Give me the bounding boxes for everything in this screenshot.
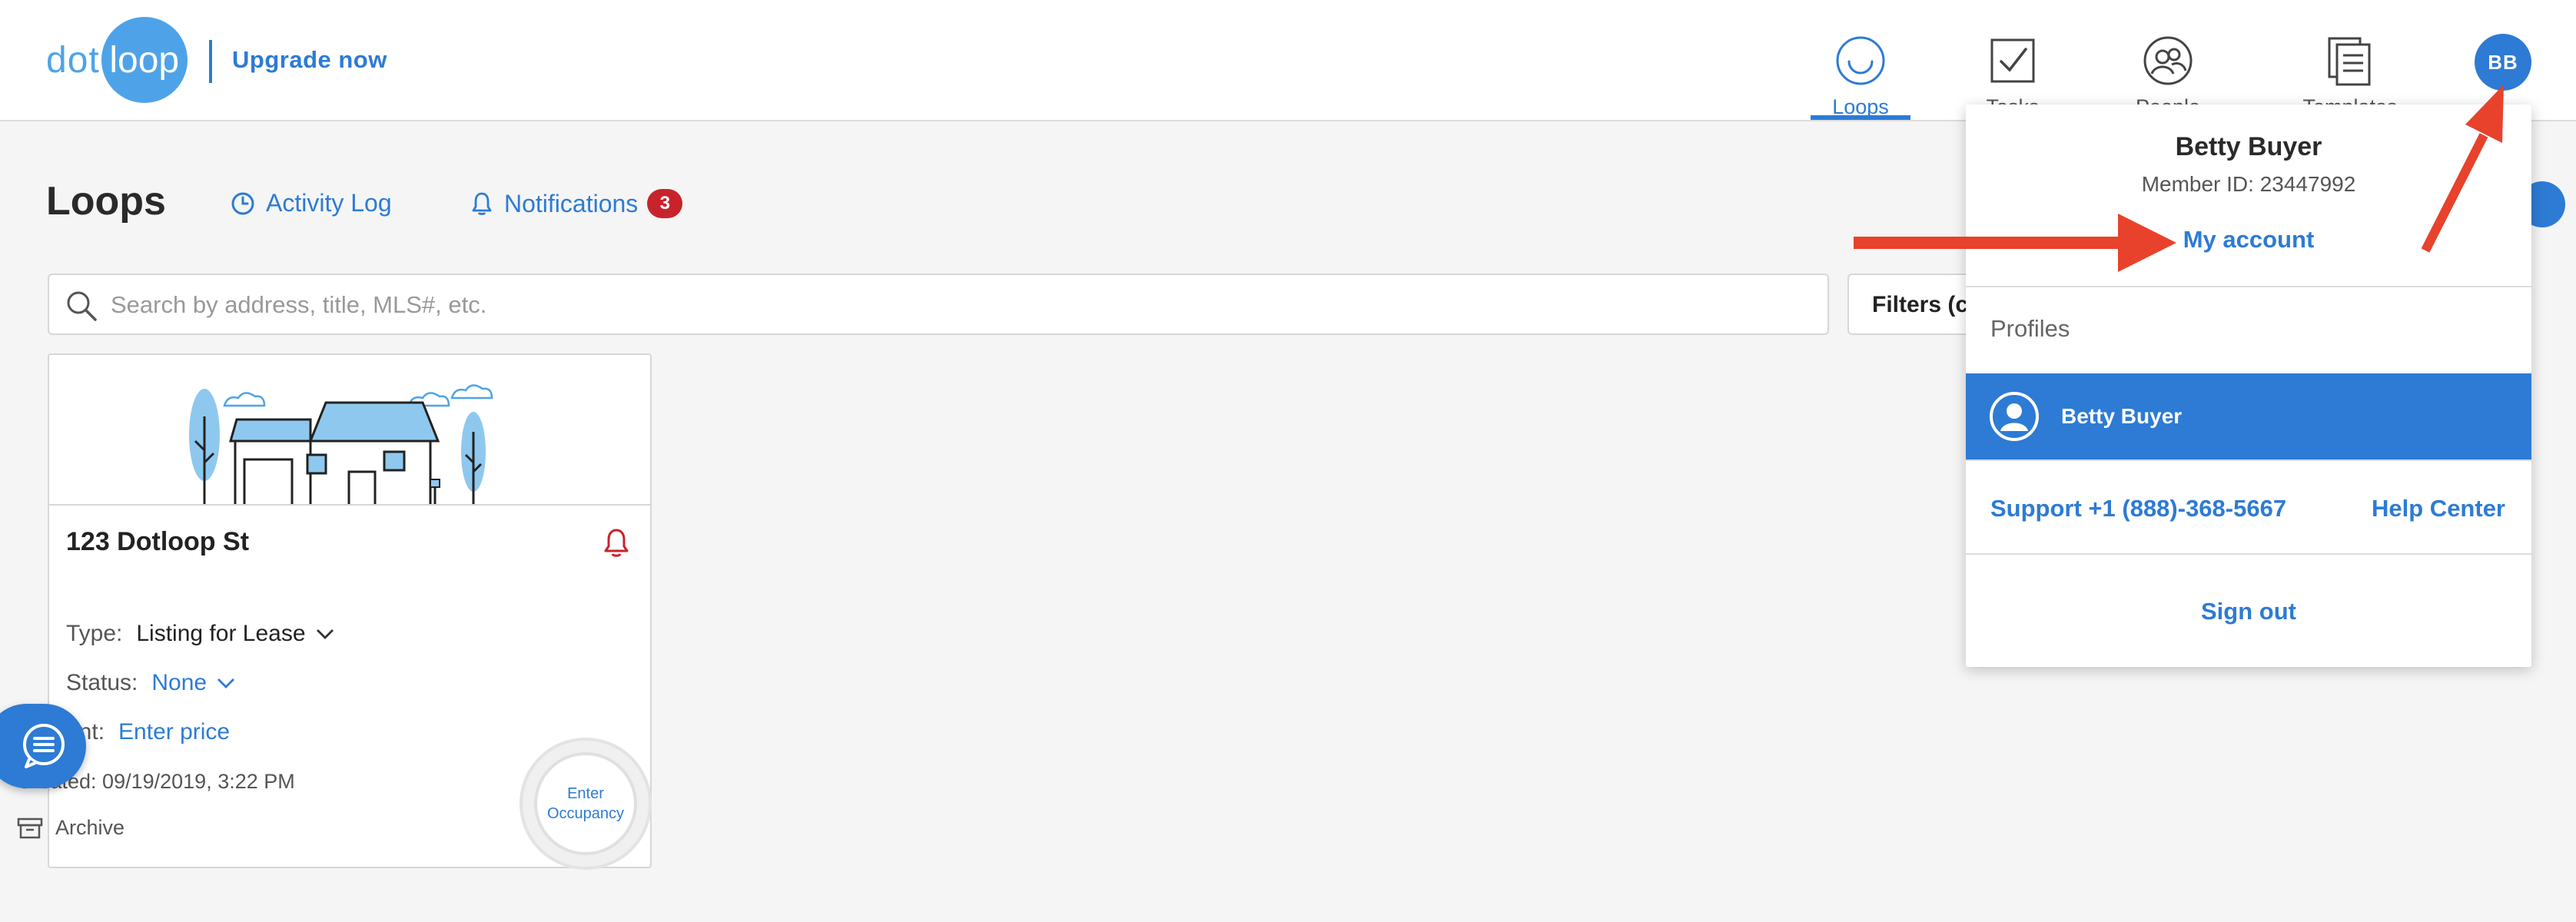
profiles-heading: Profiles (1990, 315, 2070, 342)
top-header: dot loop Upgrade now Loops Tasks People (0, 0, 2576, 121)
chat-button[interactable] (0, 704, 86, 788)
account-dropdown: Betty Buyer Member ID: 23447992 My accou… (1966, 104, 2531, 667)
archive-button[interactable]: Archive (17, 816, 124, 840)
member-id: Member ID: 23447992 (2141, 172, 2356, 196)
activity-log-label: Activity Log (266, 189, 392, 217)
account-name: Betty Buyer (2175, 132, 2322, 161)
support-phone-link[interactable]: Support +1 (888)-368-5667 (1990, 495, 2286, 522)
loops-icon (1836, 36, 1885, 85)
loop-title[interactable]: 123 Dotloop St (66, 527, 249, 557)
my-account-link[interactable]: My account (1966, 226, 2531, 254)
user-avatar-button[interactable]: BB (2475, 34, 2531, 91)
active-nav-underline (1811, 115, 1910, 120)
status-row: Status: None (66, 670, 236, 696)
upgrade-now-link[interactable]: Upgrade now (232, 46, 387, 74)
sign-out-link[interactable]: Sign out (1966, 598, 2531, 625)
nav-loops[interactable]: Loops (1807, 34, 1914, 119)
notifications-label: Notifications (504, 189, 639, 217)
page-title: Loops (46, 179, 166, 224)
notifications-link[interactable]: Notifications 3 (470, 189, 683, 218)
occupancy-line-2: Occupancy (546, 805, 625, 822)
notifications-count-badge: 3 (647, 189, 683, 218)
tasks-icon (1990, 38, 2035, 83)
help-center-link[interactable]: Help Center (2372, 495, 2505, 522)
notification-bell-icon[interactable] (603, 527, 630, 558)
divider (1966, 286, 2531, 287)
profile-avatar-icon (1990, 392, 2039, 441)
filters-button[interactable]: Filters (c (1847, 274, 1970, 335)
status-dropdown[interactable]: None (151, 670, 207, 696)
divider (1966, 459, 2531, 461)
rent-row: ent: Enter price (66, 719, 230, 745)
search-input[interactable] (111, 286, 1801, 324)
logo-text-dot: dot (46, 39, 100, 81)
chevron-down-icon[interactable] (216, 675, 236, 691)
enter-occupancy-inner: Enter Occupancy (534, 752, 637, 855)
profile-item-betty-buyer[interactable]: Betty Buyer (1966, 373, 2531, 459)
dotloop-logo[interactable]: dot loop (46, 17, 188, 103)
enter-occupancy-button[interactable]: Enter Occupancy (520, 738, 652, 870)
archive-label: Archive (55, 816, 125, 839)
type-label: Type: (66, 621, 123, 646)
type-row: Type: Listing for Lease (66, 621, 335, 647)
house-illustration (49, 355, 650, 506)
search-icon (67, 291, 97, 321)
bell-icon (472, 192, 492, 215)
templates-icon (2328, 37, 2371, 86)
logo-divider (209, 40, 212, 83)
status-label: Status: (66, 670, 138, 695)
clock-icon (231, 192, 254, 214)
chat-bubble-icon (23, 724, 65, 768)
enter-price-link[interactable]: Enter price (118, 719, 230, 745)
archive-icon (17, 818, 43, 838)
occupancy-line-1: Enter (567, 785, 604, 802)
activity-log-link[interactable]: Activity Log (231, 189, 392, 217)
search-bar (48, 274, 1829, 335)
chevron-down-icon[interactable] (315, 626, 335, 642)
divider (1966, 553, 2531, 555)
profile-name: Betty Buyer (2061, 404, 2183, 428)
type-dropdown[interactable]: Listing for Lease (136, 621, 305, 647)
logo-text-loop: loop (101, 17, 188, 103)
people-icon (2143, 36, 2193, 85)
house-image (189, 384, 493, 504)
